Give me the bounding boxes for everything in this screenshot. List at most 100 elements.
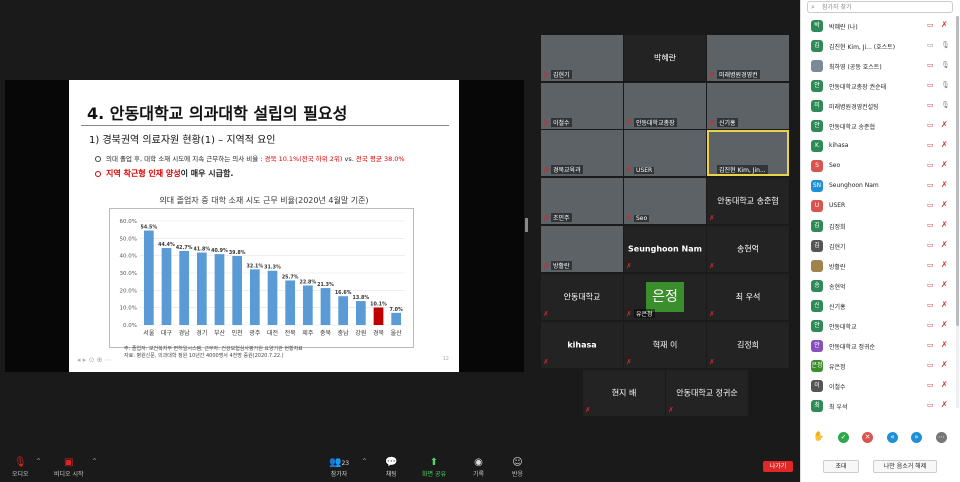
slower-icon[interactable]: « [887,432,898,443]
x-tick-label: 경북 [373,330,385,337]
participant-row[interactable]: 은정 유은정 ▭ ✗ [801,356,960,376]
video-tile[interactable]: Seunghoon Nam ✗ [624,226,706,272]
participant-row[interactable]: 신 신기홍 ▭ ✗ [801,296,960,316]
participant-row[interactable]: 방활란 ▭ ✗ [801,256,960,276]
reactions-button[interactable]: ☺ 반응 [512,456,523,478]
participant-row[interactable]: 송 송현억 ▭ ✗ [801,276,960,296]
participant-row[interactable]: SN Seunghoon Nam ▭ ✗ [801,176,960,196]
video-tile[interactable]: 안동대학교 ✗ [541,274,623,320]
tile-name: 박혜란 [653,53,677,63]
participant-row[interactable]: Kkihasa ▭ ✗ [801,136,960,156]
camera-icon: ▭ [927,361,934,369]
bar [267,270,278,325]
video-tile[interactable]: 최 우석 ✗ [707,274,789,320]
raise-hand-icon[interactable]: ✋ [813,432,824,443]
participant-row[interactable]: U USER ▭ ✗ [801,196,960,216]
video-tile[interactable]: 안동대학교 송준협 ✗ [707,178,789,224]
participant-list-scrollbar[interactable] [956,16,959,408]
share-screen-button[interactable]: ⬆ 화면 공유 [422,456,446,478]
participant-row[interactable]: 김 김현기 ▭ ✗ [801,236,960,256]
data-label: 13.8% [353,295,370,301]
chat-button[interactable]: 💬 채팅 [385,456,397,478]
no-icon[interactable]: ✕ [862,432,873,443]
avatar: 최 [811,400,823,412]
audio-options-chevron-icon[interactable]: ^ [36,458,41,465]
participant-search-input[interactable]: ⌕ 참가자 찾기 [807,1,953,13]
participant-row[interactable]: 안 안동대학교총장 권순태 ▭ 🎙 [801,76,960,96]
video-tile[interactable]: 안동대학교총장 ✗ [624,83,706,129]
camera-icon: ▭ [927,201,934,209]
video-tile[interactable]: Seo ✗ [624,178,706,224]
bar [373,307,384,325]
video-tile[interactable]: 신기홍 ✗ [707,83,789,129]
mic-muted-icon: ✗ [941,380,948,389]
video-button[interactable]: ▣ 비디오 시작 [54,456,84,478]
video-tile[interactable]: 김현기 ✗ [541,35,623,81]
record-button[interactable]: ◉ 기록 [473,456,484,478]
participant-name: 안동대학교 정귀순 [829,344,876,351]
video-tile[interactable]: kihasa ✗ [541,322,623,368]
mic-icon: 🎙 [941,61,950,69]
video-tile[interactable]: 현지 배 ✗ [583,370,665,416]
participant-list: 박 박혜란 (나) ▭ ✗ 김 김진현 Kim, Ji... (호스트) ▭ 🎙 최하영 (공동… [801,16,960,414]
participant-row[interactable]: 안 안동대학교 ▭ ✗ [801,316,960,336]
avatar: K [811,140,823,152]
video-tile[interactable]: 조민주 ✗ [541,178,623,224]
faster-icon[interactable]: » [911,432,922,443]
bullet-circle-icon [95,170,101,177]
participants-panel: ⌕ 참가자 찾기 박 박혜란 (나) ▭ ✗ 김 김진현 Kim, Ji... (호스트) ▭… [800,0,960,482]
slide-nav-icons[interactable]: ◂ ▸ ⊙ ⊕ ⋯ [77,356,112,364]
participant-row[interactable]: 박 박혜란 (나) ▭ ✗ [801,16,960,36]
bar [214,254,225,325]
video-tile[interactable]: USER ✗ [624,130,706,176]
video-tile[interactable]: 안동대학교 정귀순 ✗ [666,370,748,416]
avatar: 은정 [646,282,684,312]
x-tick-label: 인천 [232,329,243,337]
video-tile[interactable]: 미래병원경영컨 ✗ [707,35,789,81]
yes-icon[interactable]: ✓ [838,432,849,443]
video-tile[interactable]: 혁재 이 ✗ [624,322,706,368]
x-tick-label: 경기 [196,329,207,337]
video-tile[interactable]: 박혜란 [624,35,706,81]
video-tile[interactable]: 이철수 ✗ [541,83,623,129]
record-icon: ◉ [474,457,483,468]
participant-row[interactable]: 이 이철수 ▭ ✗ [801,376,960,396]
mic-icon: 🎙 [941,41,950,49]
camera-icon: ▭ [927,61,934,69]
video-tile[interactable]: 경북교육과 ✗ [541,130,623,176]
participant-row[interactable]: 김 김진현 Kim, Ji... (호스트) ▭ 🎙 [801,36,960,56]
tile-name: 미래병원경영컨 [717,70,760,79]
video-tile[interactable]: 방활란 ✗ [541,226,623,272]
participants-button[interactable]: 👥23 참가자 [329,456,349,478]
participant-row[interactable]: 최 최 우석 ▭ ✗ [801,396,960,414]
participant-row[interactable]: S Seo ▭ ✗ [801,156,960,176]
video-tile[interactable]: 김진현 Kim, Jin... [707,130,789,176]
video-tile[interactable]: 김정희 ✗ [707,322,789,368]
participants-chevron-icon[interactable]: ^ [362,458,367,465]
participant-row[interactable]: 안 안동대학교 송준협 ▭ ✗ [801,116,960,136]
participant-row[interactable]: 안 안동대학교 정귀순 ▭ ✗ [801,336,960,356]
tile-name: 송현억 [736,244,760,254]
participant-row[interactable]: 김 김정희 ▭ ✗ [801,216,960,236]
video-options-chevron-icon[interactable]: ^ [92,458,97,465]
avatar [811,60,823,72]
more-reactions-icon[interactable]: ⋯ [936,432,947,443]
video-tile[interactable]: 은정 유은정 ✗ [624,274,706,320]
participant-row[interactable]: 미 미래병원경영컨설팅 ▭ 🎙 [801,96,960,116]
video-tile[interactable]: 송현억 ✗ [707,226,789,272]
tile-name: 김진현 Kim, Jin... [717,165,768,174]
unmute-me-button[interactable]: 나만 음소거 해제 [873,460,937,473]
tile-name: 혁재 이 [652,340,678,350]
participant-row[interactable]: 최하영 (공동 호스트) ▭ 🎙 [801,56,960,76]
tile-name: Seunghoon Nam [628,244,702,254]
x-tick-label: 서울 [143,329,155,337]
bullet-2: 지역 착근형 인재 양성이 매우 시급함. [95,168,233,179]
resize-handle[interactable] [525,218,528,232]
leave-button[interactable]: 나가기 [763,461,793,472]
camera-icon: ▭ [927,141,934,149]
chat-icon: 💬 [385,457,398,468]
invite-button[interactable]: 초대 [823,460,859,473]
audio-button[interactable]: 🎙 오디오 [12,456,29,478]
avatar: 박 [811,20,823,32]
tile-name: 이철수 [551,118,572,127]
